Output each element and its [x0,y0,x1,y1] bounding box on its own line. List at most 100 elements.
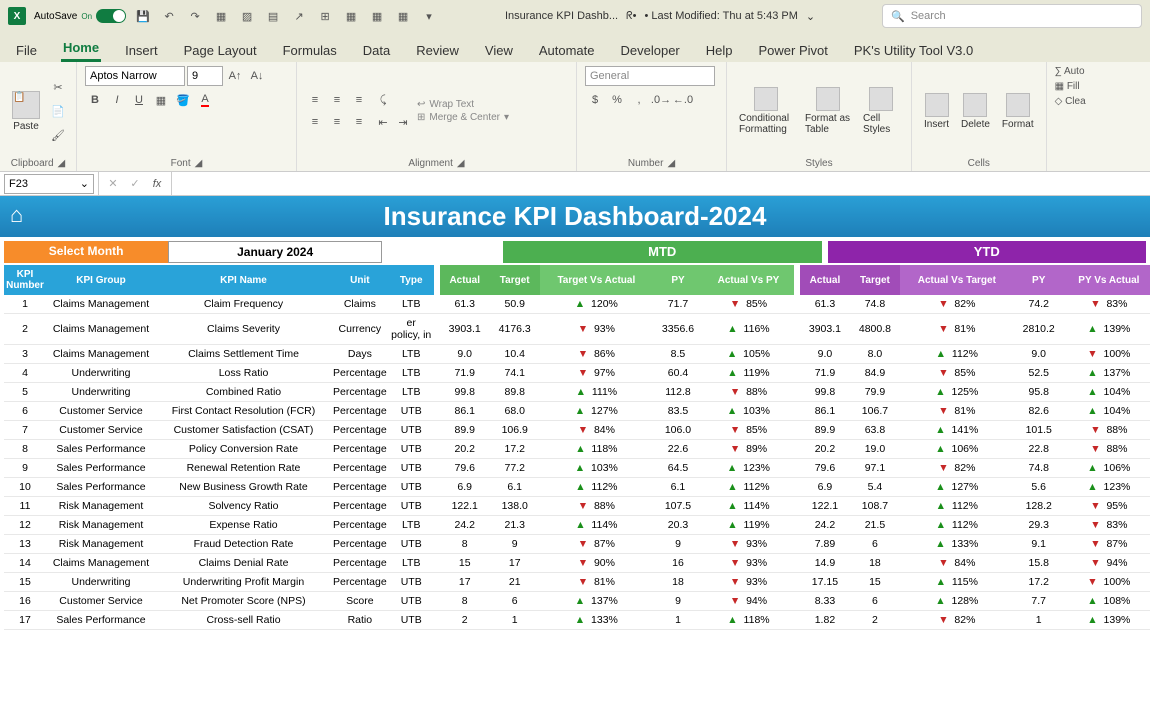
align-center-icon[interactable]: ≡ [327,112,347,132]
dec-decimal-icon[interactable]: ←.0 [673,90,693,110]
dialog-launcher-icon[interactable]: ◢ [667,158,675,169]
align-left-icon[interactable]: ≡ [305,112,325,132]
format-as-table-button[interactable]: Format as Table [801,85,855,137]
select-month-value[interactable]: January 2024 [168,241,382,263]
cancel-icon[interactable]: ✕ [103,174,123,194]
table-row[interactable]: 3Claims ManagementClaims Settlement Time… [4,345,1150,364]
tab-pk-s-utility-tool-v3-0[interactable]: PK's Utility Tool V3.0 [852,39,975,62]
merge-center-button[interactable]: ⊞Merge & Center▾ [417,112,509,123]
font-color-icon[interactable]: A [195,90,215,110]
orientation-icon[interactable]: ⤹ [373,90,393,110]
font-name-input[interactable] [85,66,185,86]
indent-inc-icon[interactable]: ⇥ [393,112,413,132]
share-icon[interactable]: ᖇ• [626,10,636,23]
toggle-icon[interactable] [96,9,126,23]
wrap-text-button[interactable]: ↩Wrap Text [417,99,509,110]
table-row[interactable]: 15UnderwritingUnderwriting Profit Margin… [4,573,1150,592]
table-row[interactable]: 5UnderwritingCombined RatioPercentageLTB… [4,383,1150,402]
tab-insert[interactable]: Insert [123,39,160,62]
underline-icon[interactable]: U [129,90,149,110]
fill-color-icon[interactable]: 🪣 [173,90,193,110]
dialog-launcher-icon[interactable]: ◢ [195,158,203,169]
autosave-toggle[interactable]: AutoSave On [34,9,126,23]
currency-icon[interactable]: $ [585,90,605,110]
qat-dropdown-icon[interactable]: ▾ [420,7,438,25]
percent-icon[interactable]: % [607,90,627,110]
cell-styles-button[interactable]: Cell Styles [859,85,903,137]
format-cells-button[interactable]: Format [998,91,1038,132]
fill-button[interactable]: ▦ Fill [1055,81,1080,92]
clear-button[interactable]: ◇ Clea [1055,96,1086,107]
qat-icon-8[interactable]: ▦ [394,7,412,25]
tab-data[interactable]: Data [361,39,392,62]
dialog-launcher-icon[interactable]: ◢ [457,158,465,169]
indent-dec-icon[interactable]: ⇤ [373,112,393,132]
tab-developer[interactable]: Developer [619,39,682,62]
table-row[interactable]: 17Sales PerformanceCross-sell RatioRatio… [4,611,1150,630]
save-icon[interactable]: 💾 [134,7,152,25]
tab-help[interactable]: Help [704,39,735,62]
table-row[interactable]: 14Claims ManagementClaims Denial RatePer… [4,554,1150,573]
tab-automate[interactable]: Automate [537,39,597,62]
borders-icon[interactable]: ▦ [151,90,171,110]
tab-formulas[interactable]: Formulas [281,39,339,62]
paste-button[interactable]: 📋Paste [8,89,44,134]
table-row[interactable]: 2Claims ManagementClaims SeverityCurrenc… [4,314,1150,345]
undo-icon[interactable]: ↶ [160,7,178,25]
tab-power-pivot[interactable]: Power Pivot [757,39,830,62]
qat-icon-3[interactable]: ▤ [264,7,282,25]
table-row[interactable]: 10Sales PerformanceNew Business Growth R… [4,478,1150,497]
table-row[interactable]: 16Customer ServiceNet Promoter Score (NP… [4,592,1150,611]
doc-name[interactable]: Insurance KPI Dashb... [505,10,618,22]
insert-cells-button[interactable]: Insert [920,91,953,132]
comma-icon[interactable]: , [629,90,649,110]
tab-file[interactable]: File [14,39,39,62]
modified-label[interactable]: • Last Modified: Thu at 5:43 PM [644,10,797,22]
qat-icon-2[interactable]: ▨ [238,7,256,25]
tab-review[interactable]: Review [414,39,461,62]
name-box[interactable]: F23⌄ [4,174,94,194]
decrease-font-icon[interactable]: A↓ [247,66,267,86]
tab-view[interactable]: View [483,39,515,62]
home-icon[interactable]: ⌂ [10,202,23,228]
align-bot-icon[interactable]: ≡ [349,90,369,110]
format-painter-icon[interactable]: 🖌 [48,125,68,145]
month-selector[interactable]: Select Month January 2024 [4,241,382,263]
table-row[interactable]: 4UnderwritingLoss RatioPercentageLTB71.9… [4,364,1150,383]
table-row[interactable]: 13Risk ManagementFraud Detection RatePer… [4,535,1150,554]
search-input[interactable]: 🔍 Search [882,4,1142,28]
copy-icon[interactable]: 📄 [48,101,68,121]
table-row[interactable]: 1Claims ManagementClaim FrequencyClaimsL… [4,295,1150,314]
qat-icon-6[interactable]: ▦ [342,7,360,25]
align-right-icon[interactable]: ≡ [349,112,369,132]
chevron-down-icon[interactable]: ⌄ [806,10,815,23]
tab-page-layout[interactable]: Page Layout [182,39,259,62]
table-row[interactable]: 9Sales PerformanceRenewal Retention Rate… [4,459,1150,478]
italic-icon[interactable]: I [107,90,127,110]
chevron-down-icon[interactable]: ▾ [504,112,509,123]
table-row[interactable]: 11Risk ManagementSolvency RatioPercentag… [4,497,1150,516]
conditional-formatting-button[interactable]: Conditional Formatting [735,85,797,137]
tab-home[interactable]: Home [61,36,101,62]
dialog-launcher-icon[interactable]: ◢ [58,158,66,169]
align-mid-icon[interactable]: ≡ [327,90,347,110]
bold-icon[interactable]: B [85,90,105,110]
increase-font-icon[interactable]: A↑ [225,66,245,86]
qat-icon-4[interactable]: ↗ [290,7,308,25]
qat-icon-1[interactable]: ▦ [212,7,230,25]
delete-cells-button[interactable]: Delete [957,91,994,132]
table-row[interactable]: 12Risk ManagementExpense RatioPercentage… [4,516,1150,535]
redo-icon[interactable]: ↷ [186,7,204,25]
table-row[interactable]: 8Sales PerformancePolicy Conversion Rate… [4,440,1150,459]
qat-icon-5[interactable]: ⊞ [316,7,334,25]
autosum-button[interactable]: ∑ Auto [1055,66,1085,77]
inc-decimal-icon[interactable]: .0→ [651,90,671,110]
table-row[interactable]: 6Customer ServiceFirst Contact Resolutio… [4,402,1150,421]
chevron-down-icon[interactable]: ⌄ [80,177,89,190]
align-top-icon[interactable]: ≡ [305,90,325,110]
table-row[interactable]: 7Customer ServiceCustomer Satisfaction (… [4,421,1150,440]
font-size-input[interactable] [187,66,223,86]
enter-icon[interactable]: ✓ [125,174,145,194]
qat-icon-7[interactable]: ▦ [368,7,386,25]
cut-icon[interactable]: ✂ [48,77,68,97]
